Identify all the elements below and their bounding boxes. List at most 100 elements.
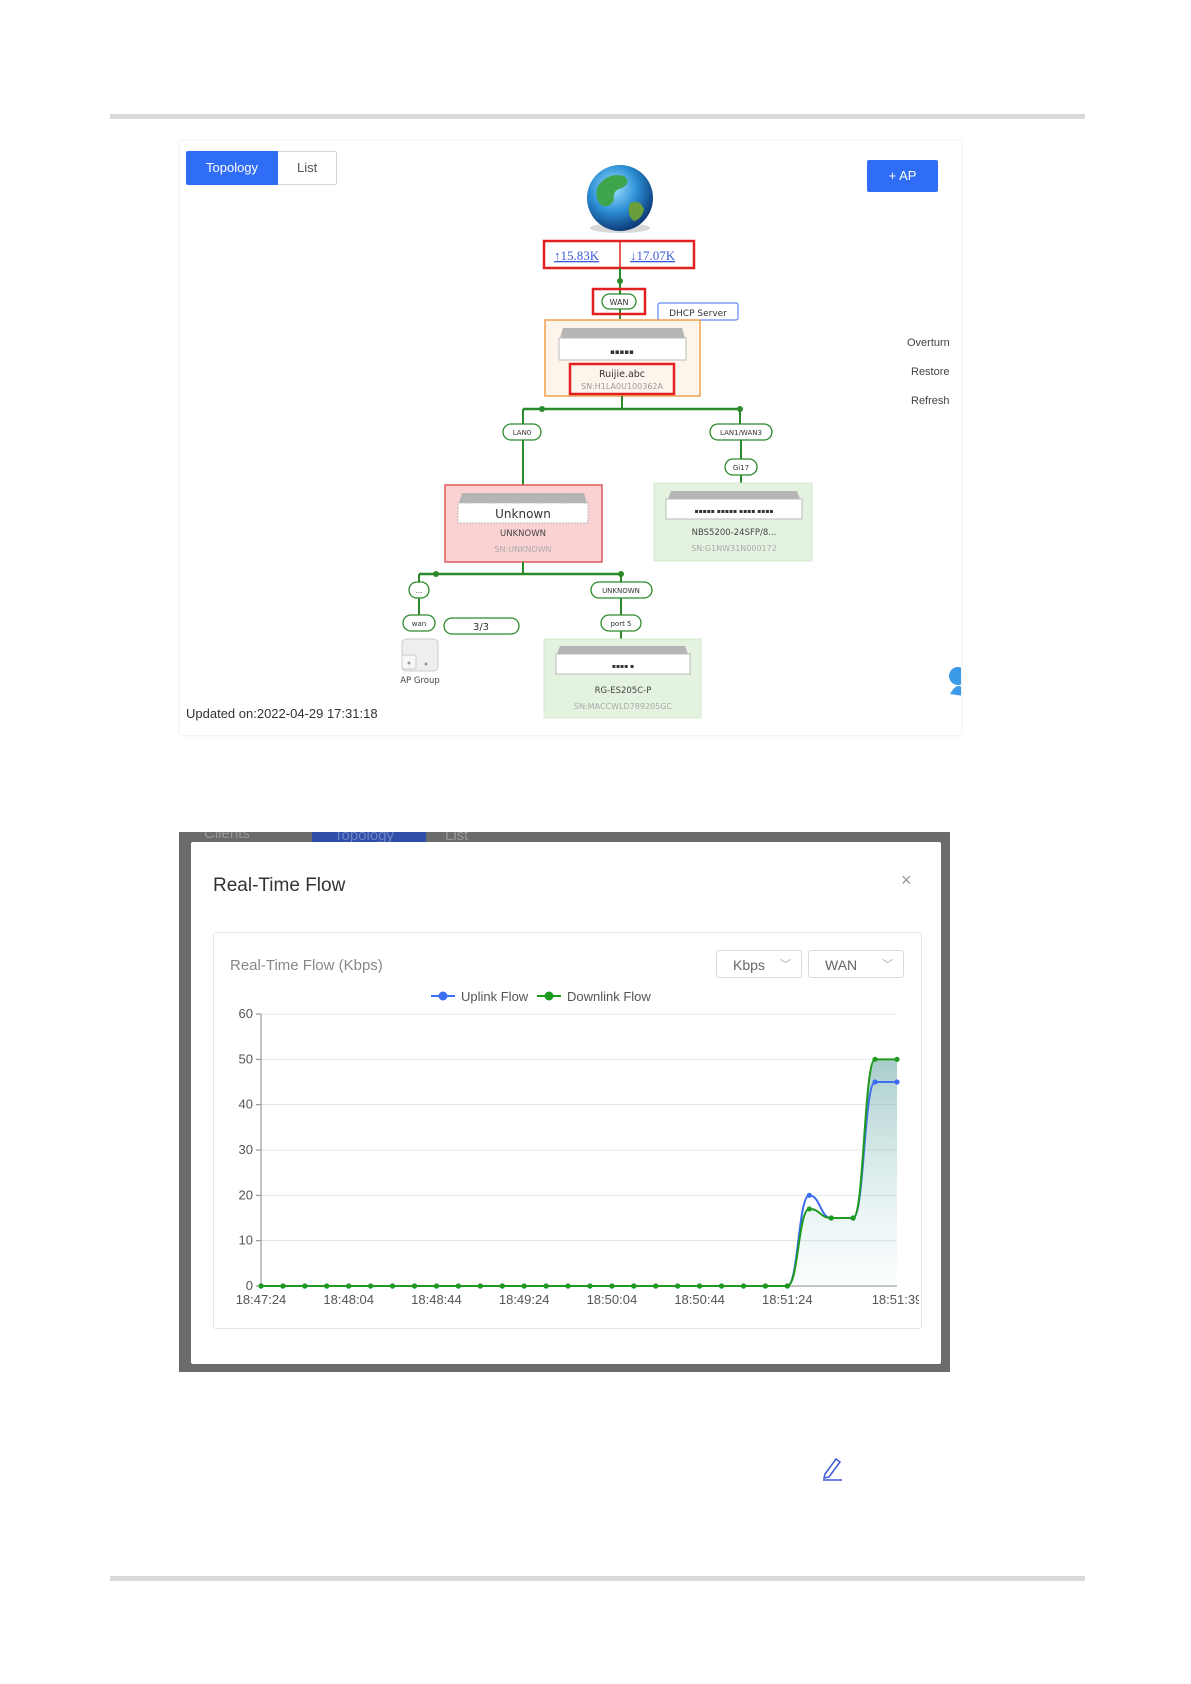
data-point-downlink: [258, 1283, 264, 1289]
data-point-downlink: [850, 1215, 856, 1221]
x-tick-label: 18:51:24: [762, 1292, 813, 1307]
y-tick-label: 40: [239, 1097, 253, 1112]
data-point-downlink: [411, 1283, 418, 1289]
y-tick-label: 0: [246, 1278, 253, 1293]
data-point-downlink: [521, 1283, 527, 1289]
poe-switch-device[interactable]: ▪▪▪▪ ▪ RG-ES205C-P SN:MACCWLD789205GC: [543, 638, 702, 719]
legend-marker: [438, 991, 448, 1001]
wan-port-label: WAN: [610, 298, 629, 307]
ap-count-badge: 3/3: [473, 622, 489, 633]
legend-label: Uplink Flow: [461, 989, 529, 1004]
gateway-sn: SN:H1LA0U100362A: [581, 382, 663, 391]
unknown-device-sn: SN:UNKNOWN: [494, 545, 551, 554]
data-point-downlink: [389, 1283, 396, 1289]
svg-text:▪▪▪▪▪ ▪▪▪▪▪ ▪▪▪▪ ▪▪▪▪: ▪▪▪▪▪ ▪▪▪▪▪ ▪▪▪▪ ▪▪▪▪: [695, 508, 774, 515]
data-point-downlink: [433, 1283, 440, 1289]
nbs-switch-sn: SN:G1NW31N000172: [691, 544, 777, 553]
data-point-downlink: [280, 1283, 286, 1289]
data-point-uplink: [894, 1079, 900, 1085]
x-tick-label: 18:50:04: [587, 1292, 638, 1307]
y-tick-label: 30: [239, 1142, 253, 1157]
data-point-downlink: [477, 1283, 483, 1289]
pencil-icon[interactable]: [820, 1455, 844, 1481]
x-tick-label: 18:48:04: [323, 1292, 374, 1307]
ap-group-label: AP Group: [400, 676, 440, 686]
top-rule: [110, 114, 1085, 119]
data-point-downlink: [631, 1283, 637, 1289]
refresh-button[interactable]: Refresh: [911, 395, 950, 407]
dhcp-server-badge: DHCP Server: [669, 309, 727, 319]
data-point-uplink: [872, 1079, 878, 1085]
data-point-uplink: [806, 1192, 812, 1198]
lan0-port-label: LAN0: [513, 429, 532, 437]
data-point-downlink: [543, 1283, 549, 1289]
uplink-rate: ↑15.83K: [554, 248, 600, 263]
unknown-device-model: UNKNOWN: [500, 529, 546, 539]
data-point-downlink: [346, 1283, 352, 1289]
data-point-downlink: [499, 1283, 505, 1289]
y-tick-label: 50: [239, 1051, 253, 1066]
data-point-downlink: [806, 1206, 812, 1212]
x-tick-label: 18:51:39: [872, 1292, 919, 1307]
data-point-downlink: [587, 1283, 593, 1289]
data-point-downlink: [368, 1283, 374, 1289]
svg-text:▪▪▪▪ ▪: ▪▪▪▪ ▪: [612, 663, 634, 670]
updated-timestamp: Updated on:2022-04-29 17:31:18: [186, 706, 378, 721]
ellipsis-port-label: ...: [416, 587, 423, 595]
flow-line-chart: 0 10 20 30 40 50 60 18:47:24 18:48:04 18:48:44 18:…: [236, 989, 919, 1307]
data-point-downlink: [302, 1283, 308, 1289]
x-tick-label: 18:47:24: [236, 1292, 287, 1307]
internet-globe-icon[interactable]: [587, 165, 653, 233]
realtime-flow-dialog: Real-Time Flow × Real-Time Flow (Kbps) K…: [191, 842, 941, 1364]
legend-label: Downlink Flow: [567, 989, 651, 1004]
data-point-downlink: [455, 1283, 461, 1289]
topology-panel: Topology List + AP ↑15.83K ↓17.07K WAN D…: [180, 141, 961, 735]
data-point-downlink: [784, 1283, 790, 1289]
bg-clients-label: Clients: [204, 832, 250, 842]
ap-group-icon[interactable]: [401, 638, 439, 672]
data-point-downlink: [675, 1283, 681, 1289]
bottom-rule: [110, 1576, 1085, 1581]
gateway-device[interactable]: ▪▪▪▪▪ Ruijie.abc SN:H1LA0U100362A: [544, 319, 701, 397]
legend-marker: [544, 991, 554, 1001]
gi17-port-label: Gi17: [733, 464, 749, 472]
data-point-downlink: [740, 1283, 747, 1289]
restore-button[interactable]: Restore: [911, 366, 950, 378]
unknown-device-name: Unknown: [495, 507, 551, 521]
data-point-downlink: [697, 1283, 703, 1289]
data-point-downlink: [609, 1283, 615, 1289]
lan1-wan3-port-label: LAN1/WAN3: [720, 429, 762, 437]
data-point-downlink: [762, 1283, 769, 1289]
x-tick-label: 18:49:24: [499, 1292, 550, 1307]
data-point-downlink: [828, 1215, 834, 1221]
topology-graph: ↑15.83K ↓17.07K WAN DHCP Server ▪▪▪▪▪ Ru…: [400, 165, 961, 719]
realtime-flow-overlay: Clients Topology List Real-Time Flow × R…: [179, 832, 950, 1372]
unknown-port-label: UNKNOWN: [602, 587, 640, 595]
data-point-downlink: [718, 1283, 725, 1289]
nbs-switch-device[interactable]: ▪▪▪▪▪ ▪▪▪▪▪ ▪▪▪▪ ▪▪▪▪ NBS5200-24SFP/8...…: [653, 482, 813, 562]
data-point-downlink: [894, 1056, 900, 1062]
assistant-icon[interactable]: [949, 667, 961, 696]
port5-label: port 5: [610, 620, 631, 628]
unknown-device[interactable]: Unknown UNKNOWN SN:UNKNOWN: [444, 484, 603, 563]
data-point-downlink: [872, 1056, 878, 1062]
x-tick-label: 18:48:44: [411, 1292, 462, 1307]
gateway-name: Ruijie.abc: [599, 369, 645, 380]
data-point-downlink: [653, 1283, 659, 1289]
nbs-switch-model: NBS5200-24SFP/8...: [692, 528, 777, 538]
wan-lower-port-label: wan: [412, 620, 426, 628]
data-point-downlink: [565, 1283, 571, 1289]
poe-switch-sn: SN:MACCWLD789205GC: [574, 702, 672, 711]
x-tick-label: 18:50:44: [674, 1292, 725, 1307]
overturn-button[interactable]: Overturn: [907, 337, 950, 349]
y-tick-label: 20: [239, 1187, 253, 1202]
data-point-downlink: [324, 1283, 330, 1289]
close-icon[interactable]: ×: [901, 870, 912, 891]
svg-text:▪▪▪▪▪: ▪▪▪▪▪: [610, 348, 634, 356]
flow-chart-card: Real-Time Flow (Kbps) Kbps ﹀ WAN ﹀ 0 10 20…: [213, 932, 922, 1329]
poe-switch-model: RG-ES205C-P: [595, 686, 652, 696]
y-tick-label: 60: [239, 1006, 253, 1021]
y-tick-label: 10: [239, 1233, 253, 1248]
downlink-area: [261, 1059, 897, 1286]
dialog-title: Real-Time Flow: [213, 875, 346, 896]
